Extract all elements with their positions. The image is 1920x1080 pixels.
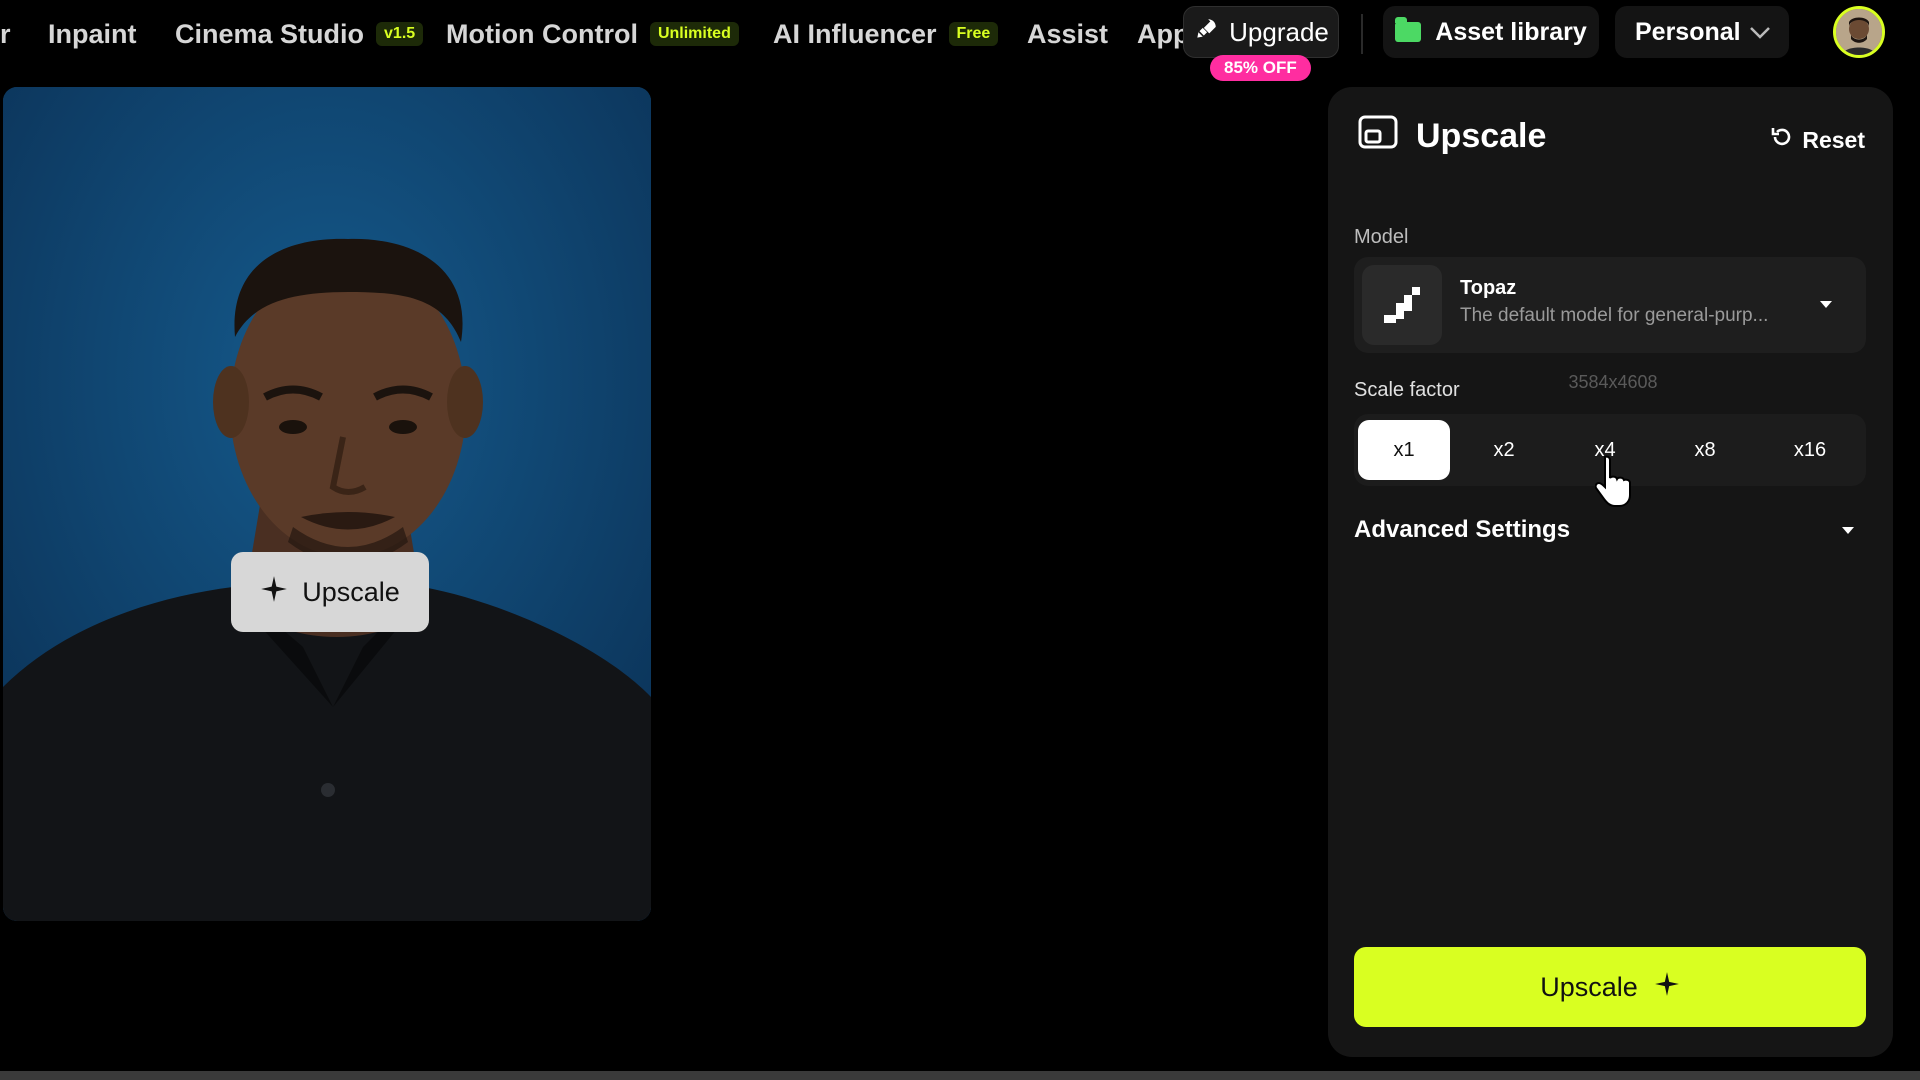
advanced-settings-toggle[interactable]: Advanced Settings (1354, 510, 1866, 550)
upscale-submit-label: Upscale (1540, 971, 1638, 1002)
nav-item-apps[interactable]: App (1137, 14, 1183, 54)
upscale-panel-icon (1358, 115, 1398, 158)
chevron-down-icon (1749, 18, 1771, 47)
upgrade-button[interactable]: Upgrade (1183, 6, 1339, 58)
free-badge: Free (948, 22, 999, 46)
caret-down-icon (1820, 301, 1832, 308)
workspace-dropdown[interactable]: Personal (1615, 6, 1789, 58)
reset-label: Reset (1802, 126, 1865, 153)
model-description: The default model for general-purp... (1460, 305, 1769, 326)
nav-item-label: Cinema Studio (175, 18, 365, 49)
rocket-icon (1193, 16, 1219, 49)
reset-icon (1770, 125, 1794, 155)
avatar[interactable] (1833, 6, 1885, 58)
nav-item-label: AI Influencer (773, 18, 937, 49)
workspace-label: Personal (1635, 17, 1741, 46)
nav-item-inpaint[interactable]: Inpaint (48, 14, 137, 54)
upscale-panel: Upscale Reset Model Topaz The default mo… (1328, 87, 1893, 1057)
sparkle-icon (1654, 971, 1680, 1004)
bottom-scrollbar[interactable] (0, 1071, 1920, 1080)
sparkle-icon (260, 575, 288, 610)
top-nav: r Inpaint Cinema Studio v1.5 Motion Cont… (0, 0, 1920, 81)
scale-option-x16[interactable]: x16 (1764, 420, 1856, 480)
model-select[interactable]: Topaz The default model for general-purp… (1354, 257, 1866, 353)
discount-badge: 85% OFF (1210, 55, 1311, 81)
nav-item-label: Inpaint (48, 18, 137, 49)
image-preview[interactable]: Upscale (3, 87, 651, 921)
avatar-image (1836, 9, 1882, 55)
panel-title-label: Upscale (1416, 117, 1547, 155)
nav-item-ai-influencer[interactable]: AI Influencer Free (773, 14, 999, 54)
nav-item-cinema-studio[interactable]: Cinema Studio v1.5 (175, 14, 424, 54)
folder-icon (1395, 17, 1422, 42)
reset-button[interactable]: Reset (1770, 125, 1865, 155)
preview-dim-overlay (3, 87, 651, 921)
asset-library-button[interactable]: Asset library (1383, 6, 1599, 58)
nav-item-label: Assist (1027, 18, 1109, 49)
asset-library-label: Asset library (1435, 17, 1587, 46)
preview-upscale-button[interactable]: Upscale (231, 552, 429, 632)
nav-item-partial[interactable]: r (0, 14, 11, 54)
scale-option-x8[interactable]: x8 (1659, 420, 1751, 480)
preview-upscale-label: Upscale (302, 576, 400, 607)
nav-item-label: App (1137, 18, 1183, 49)
advanced-settings-label: Advanced Settings (1354, 516, 1571, 543)
panel-title: Upscale (1358, 115, 1546, 158)
scale-factor-label: Scale factor (1354, 379, 1460, 401)
nav-item-partial-label: r (0, 18, 11, 49)
model-name: Topaz (1460, 277, 1517, 299)
topaz-logo-icon (1362, 265, 1442, 345)
caret-down-icon (1842, 526, 1854, 534)
nav-item-motion-control[interactable]: Motion Control Unlimited (446, 14, 739, 54)
upscale-submit-button[interactable]: Upscale (1354, 947, 1866, 1027)
scale-option-x2[interactable]: x2 (1458, 420, 1550, 480)
nav-item-assist[interactable]: Assist (1027, 14, 1108, 54)
unlimited-badge: Unlimited (649, 22, 739, 46)
nav-divider (1361, 14, 1363, 54)
scale-option-x1[interactable]: x1 (1358, 420, 1450, 480)
upgrade-label: Upgrade (1229, 16, 1329, 47)
resolution-hint: 3584x4608 (1568, 372, 1658, 392)
nav-item-label: Motion Control (446, 18, 638, 49)
version-badge: v1.5 (376, 22, 424, 46)
model-label: Model (1354, 226, 1409, 248)
pointer-cursor-icon (1595, 455, 1631, 507)
